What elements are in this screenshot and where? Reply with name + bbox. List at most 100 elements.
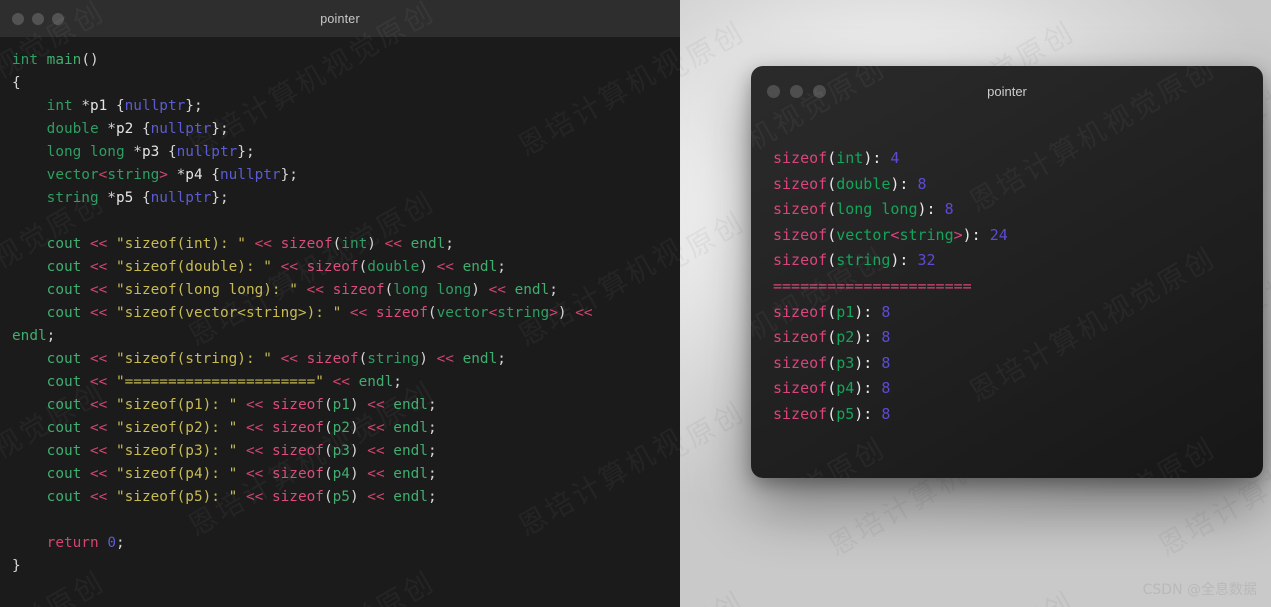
code-line: cout << "sizeof(p3): " << sizeof(p3) << … xyxy=(0,440,680,463)
code-token: cout xyxy=(46,443,82,459)
terminal-titlebar: pointer xyxy=(751,66,1263,116)
code-token: }; xyxy=(280,167,298,183)
code-token: vector xyxy=(46,167,99,183)
code-token: 8 xyxy=(881,328,891,347)
code-token: endl xyxy=(514,282,550,298)
code-token: ) xyxy=(471,282,480,298)
screenshot-root: pointer int main(){ int *p1 {nullptr}; d… xyxy=(0,0,1271,607)
code-token: 8 xyxy=(917,174,927,193)
zoom-dot-icon[interactable] xyxy=(813,84,826,98)
code-line: sizeof(p1): 8 xyxy=(773,300,1263,326)
editor-code-area[interactable]: int main(){ int *p1 {nullptr}; double *p… xyxy=(0,37,680,578)
code-token: * xyxy=(98,190,116,206)
code-token: endl xyxy=(410,236,446,252)
code-token: ) xyxy=(349,489,359,505)
code-token: << xyxy=(89,374,108,390)
code-line: cout << "sizeof(p1): " << sizeof(p1) << … xyxy=(0,394,680,417)
minimize-dot-icon[interactable] xyxy=(790,84,803,98)
code-token: ( xyxy=(827,353,837,372)
code-token: < xyxy=(488,305,498,321)
code-token: "======================" xyxy=(115,374,324,390)
code-token: p4 xyxy=(185,167,203,183)
editor-traffic-lights[interactable] xyxy=(12,12,64,25)
code-token: ): xyxy=(863,149,891,167)
minimize-dot-icon[interactable] xyxy=(32,12,44,25)
code-token: sizeof xyxy=(773,174,828,193)
code-token: cout xyxy=(46,489,82,505)
code-token: int xyxy=(46,98,73,114)
code-token: sizeof xyxy=(271,466,324,482)
code-token: * xyxy=(72,98,90,114)
code-token: nullptr xyxy=(150,190,212,206)
close-dot-icon[interactable] xyxy=(767,84,780,98)
code-token: p1 xyxy=(332,397,350,413)
code-editor-window: pointer int main(){ int *p1 {nullptr}; d… xyxy=(0,0,680,607)
code-token: << xyxy=(436,351,454,367)
code-token: "sizeof(p3): " xyxy=(115,443,238,459)
watermark-text: 恩培计算机视觉原创 xyxy=(680,200,752,374)
code-token: ( xyxy=(358,259,368,275)
terminal-output-area[interactable]: sizeof(int): 4 sizeof(double): 8 sizeof(lo… xyxy=(751,116,1263,428)
code-token: < xyxy=(98,167,108,183)
code-token: sizeof xyxy=(306,351,359,367)
code-token: ( xyxy=(827,200,837,219)
zoom-dot-icon[interactable] xyxy=(52,12,64,25)
code-line: double *p2 {nullptr}; xyxy=(0,118,680,141)
terminal-traffic-lights[interactable] xyxy=(767,84,826,98)
terminal-window: pointer sizeof(int): 4 sizeof(double): 8s… xyxy=(751,66,1263,478)
code-line: vector<string> *p4 {nullptr}; xyxy=(0,164,680,187)
code-token: << xyxy=(245,420,264,436)
code-token: endl xyxy=(462,259,498,275)
code-token: p2 xyxy=(836,328,855,347)
code-token: ; xyxy=(115,535,125,551)
code-token: sizeof xyxy=(773,353,828,372)
code-token: string xyxy=(46,190,99,206)
code-token: << xyxy=(89,420,108,436)
code-token: << xyxy=(280,351,298,367)
code-token: ; xyxy=(497,351,506,367)
code-line: sizeof(p5): 8 xyxy=(773,402,1263,428)
code-token: cout xyxy=(46,420,82,436)
code-token: p5 xyxy=(332,489,350,505)
code-token: ( xyxy=(323,397,333,413)
code-token: ( xyxy=(323,443,333,459)
watermark-text: 恩培计算机视觉原创 xyxy=(680,10,752,184)
close-dot-icon[interactable] xyxy=(12,12,24,25)
code-line: sizeof(p3): 8 xyxy=(773,351,1263,377)
code-line: sizeof(p2): 8 xyxy=(773,325,1263,351)
code-token: cout xyxy=(46,305,82,321)
code-token: sizeof xyxy=(773,200,828,219)
code-line: { xyxy=(0,72,680,95)
code-token: }; xyxy=(185,98,203,114)
code-token: << xyxy=(89,259,108,275)
code-token: ): xyxy=(917,200,945,219)
